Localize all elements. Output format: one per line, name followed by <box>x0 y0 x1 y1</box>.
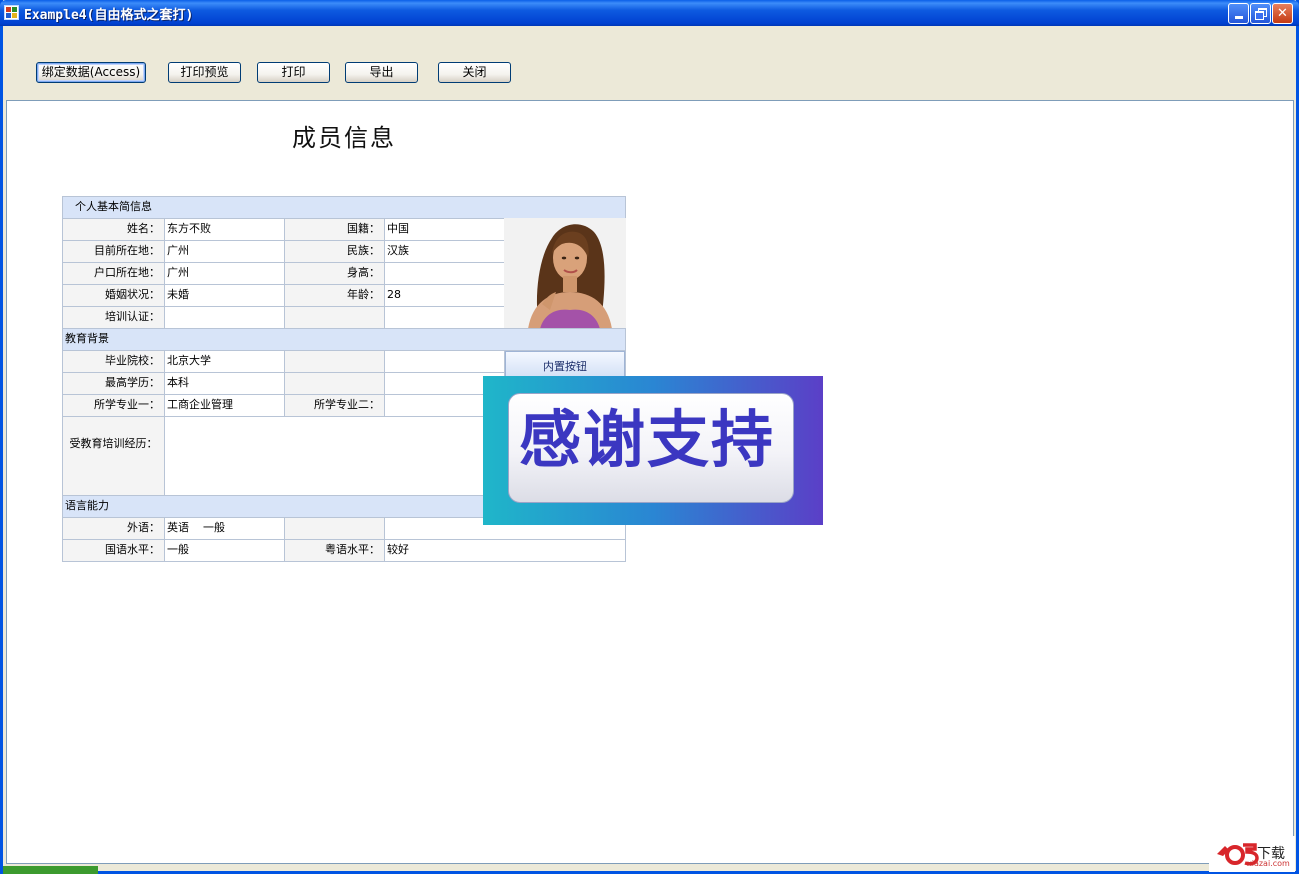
close-button[interactable]: 关闭 <box>438 62 511 83</box>
value-hukou: 广州 <box>165 263 285 285</box>
application-icon[interactable] <box>4 5 19 20</box>
export-button[interactable]: 导出 <box>345 62 418 83</box>
value-mandarin: 一般 <box>165 540 285 562</box>
empty-value-cell <box>385 351 505 373</box>
section-education: 教育背景 <box>63 329 626 351</box>
portrait-image <box>504 218 626 328</box>
value-name: 东方不败 <box>165 219 285 241</box>
label-name: 姓名： <box>63 219 165 241</box>
close-window-button[interactable]: ✕ <box>1272 3 1293 24</box>
empty-label-cell <box>285 307 385 329</box>
label-training-history: 受教育培训经历： <box>63 417 165 496</box>
label-nationality: 国籍： <box>285 219 385 241</box>
section-basic-info: 个人基本简信息 <box>63 197 626 219</box>
value-school: 北京大学 <box>165 351 285 373</box>
label-cantonese: 粤语水平： <box>285 540 385 562</box>
label-degree: 最高学历： <box>63 373 165 395</box>
title-bar[interactable]: Example4(自由格式之套打) ✕ <box>0 0 1299 26</box>
value-foreign-language: 英语 一般 <box>165 518 285 540</box>
value-age: 28 <box>385 285 505 307</box>
value-location: 广州 <box>165 241 285 263</box>
label-marital: 婚姻状况： <box>63 285 165 307</box>
label-major2: 所学专业二： <box>285 395 385 417</box>
bind-data-button[interactable]: 绑定数据(Access) <box>36 62 146 83</box>
print-preview-button[interactable]: 打印预览 <box>168 62 241 83</box>
restore-icon <box>1255 8 1267 20</box>
value-major1: 工商企业管理 <box>165 395 285 417</box>
value-height <box>385 263 505 285</box>
watermark-logo: 下载 xiazai.com <box>1209 836 1295 872</box>
banner-text: 感谢支持 <box>519 403 776 476</box>
close-icon: ✕ <box>1277 6 1288 21</box>
window-title: Example4(自由格式之套打) <box>24 8 194 23</box>
app-window: Example4(自由格式之套打) ✕ 绑定数据(Access) 打印预览 打印… <box>0 0 1299 874</box>
member-photo <box>504 218 626 329</box>
value-cantonese: 较好 <box>385 540 626 562</box>
value-marital: 未婚 <box>165 285 285 307</box>
empty-label-cell <box>285 373 385 395</box>
report-title: 成员信息 <box>292 124 396 152</box>
value-nationality: 中国 <box>385 219 505 241</box>
label-ethnicity: 民族： <box>285 241 385 263</box>
label-age: 年龄： <box>285 285 385 307</box>
value-degree: 本科 <box>165 373 285 395</box>
label-major1: 所学专业一： <box>63 395 165 417</box>
label-height: 身高： <box>285 263 385 285</box>
taskbar-start-edge[interactable] <box>3 866 98 874</box>
label-mandarin: 国语水平： <box>63 540 165 562</box>
empty-value-cell <box>385 307 505 329</box>
empty-label-cell <box>285 518 385 540</box>
thanks-banner: 感谢支持 <box>483 376 823 525</box>
maximize-button[interactable] <box>1250 3 1271 24</box>
watermark-subtext: xiazai.com <box>1247 859 1290 868</box>
value-ethnicity: 汉族 <box>385 241 505 263</box>
label-school: 毕业院校： <box>63 351 165 373</box>
value-training-cert <box>165 307 285 329</box>
minimize-icon <box>1234 16 1243 19</box>
print-button[interactable]: 打印 <box>257 62 330 83</box>
label-location: 目前所在地： <box>63 241 165 263</box>
minimize-button[interactable] <box>1228 3 1249 24</box>
label-training-cert: 培训认证： <box>63 307 165 329</box>
empty-label-cell <box>285 351 385 373</box>
label-foreign-language: 外语： <box>63 518 165 540</box>
label-hukou: 户口所在地： <box>63 263 165 285</box>
